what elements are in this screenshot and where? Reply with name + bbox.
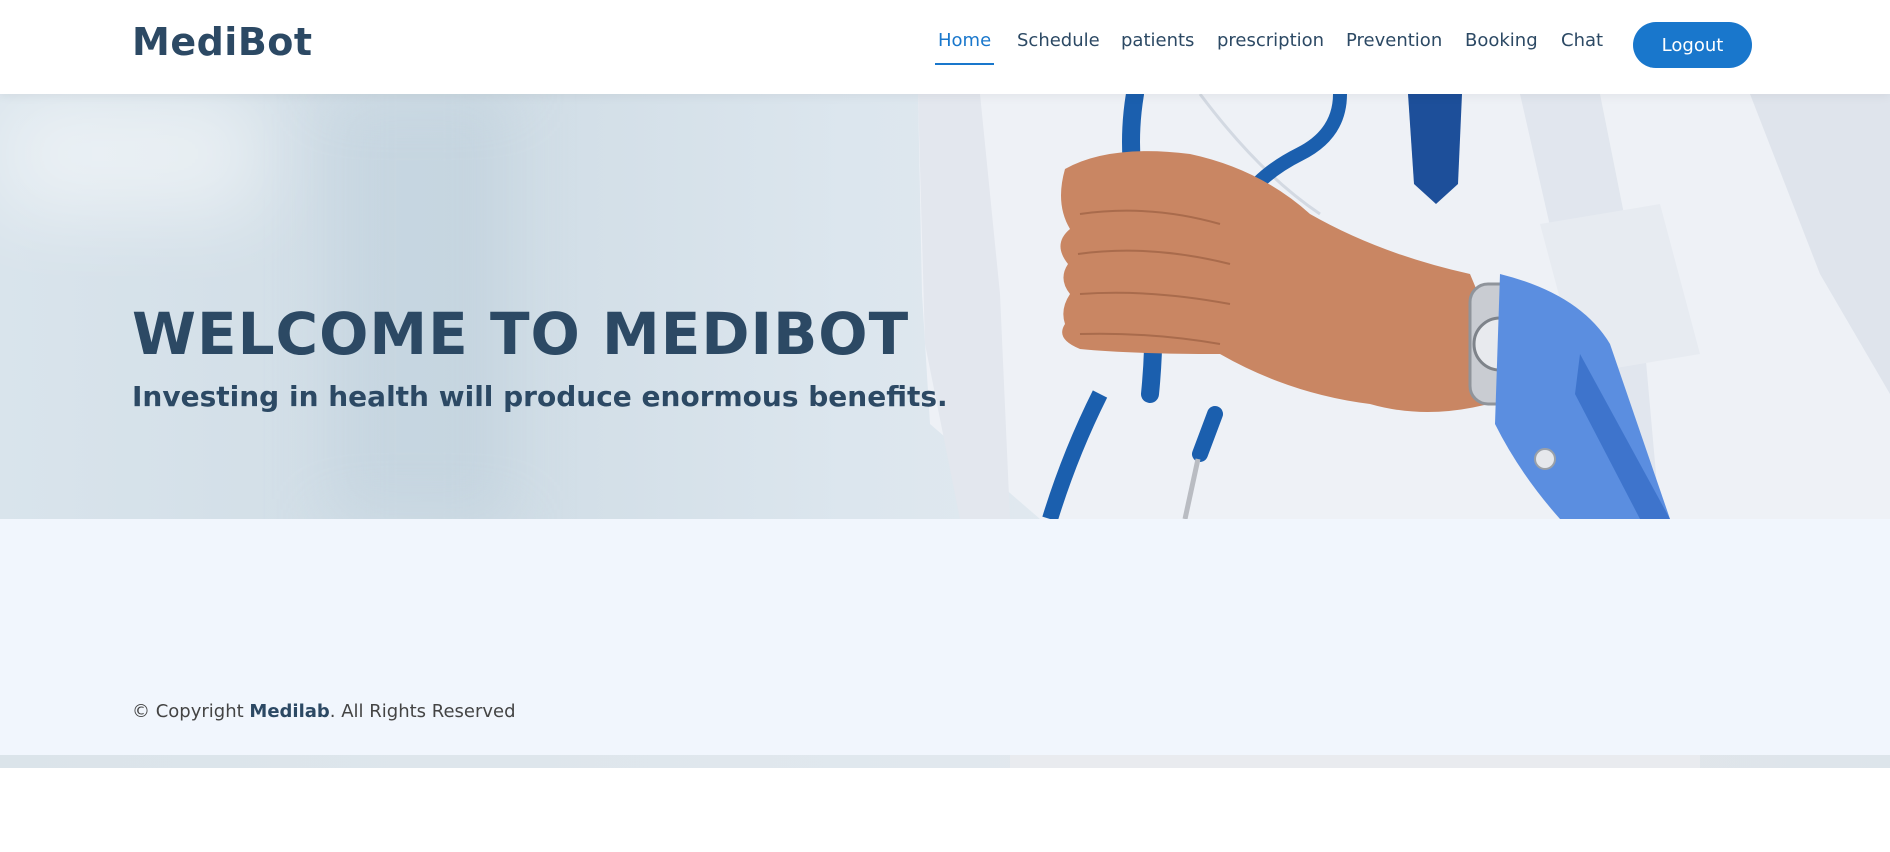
nav-home[interactable]: Home [934,30,995,65]
nav-prescription[interactable]: prescription [1217,30,1324,51]
hero-section: WELCOME TO MEDIBOT Investing in health w… [0,94,1890,519]
copyright-text: © Copyright Medilab. All Rights Reserved [132,701,516,722]
hero-subtitle: Investing in health will produce enormou… [132,380,948,413]
site-footer: © Copyright Medilab. All Rights Reserved [0,519,1890,755]
nav-booking[interactable]: Booking [1465,30,1538,51]
logout-button[interactable]: Logout [1633,22,1752,68]
nav-schedule[interactable]: Schedule [1017,30,1100,51]
nav-chat[interactable]: Chat [1561,30,1603,51]
copyright-suffix: . All Rights Reserved [329,701,516,722]
background-strip [0,755,1890,768]
nav-prevention[interactable]: Prevention [1346,30,1442,51]
site-header: MediBot Home Schedule patients prescript… [0,0,1890,94]
background-strip-coat [1010,755,1700,768]
hero-title: WELCOME TO MEDIBOT [132,300,910,368]
nav-patients[interactable]: patients [1121,30,1194,51]
copyright-prefix: © Copyright [132,701,250,722]
main-nav: Home Schedule patients prescription Prev… [0,30,1890,70]
copyright-brand: Medilab [249,701,330,722]
